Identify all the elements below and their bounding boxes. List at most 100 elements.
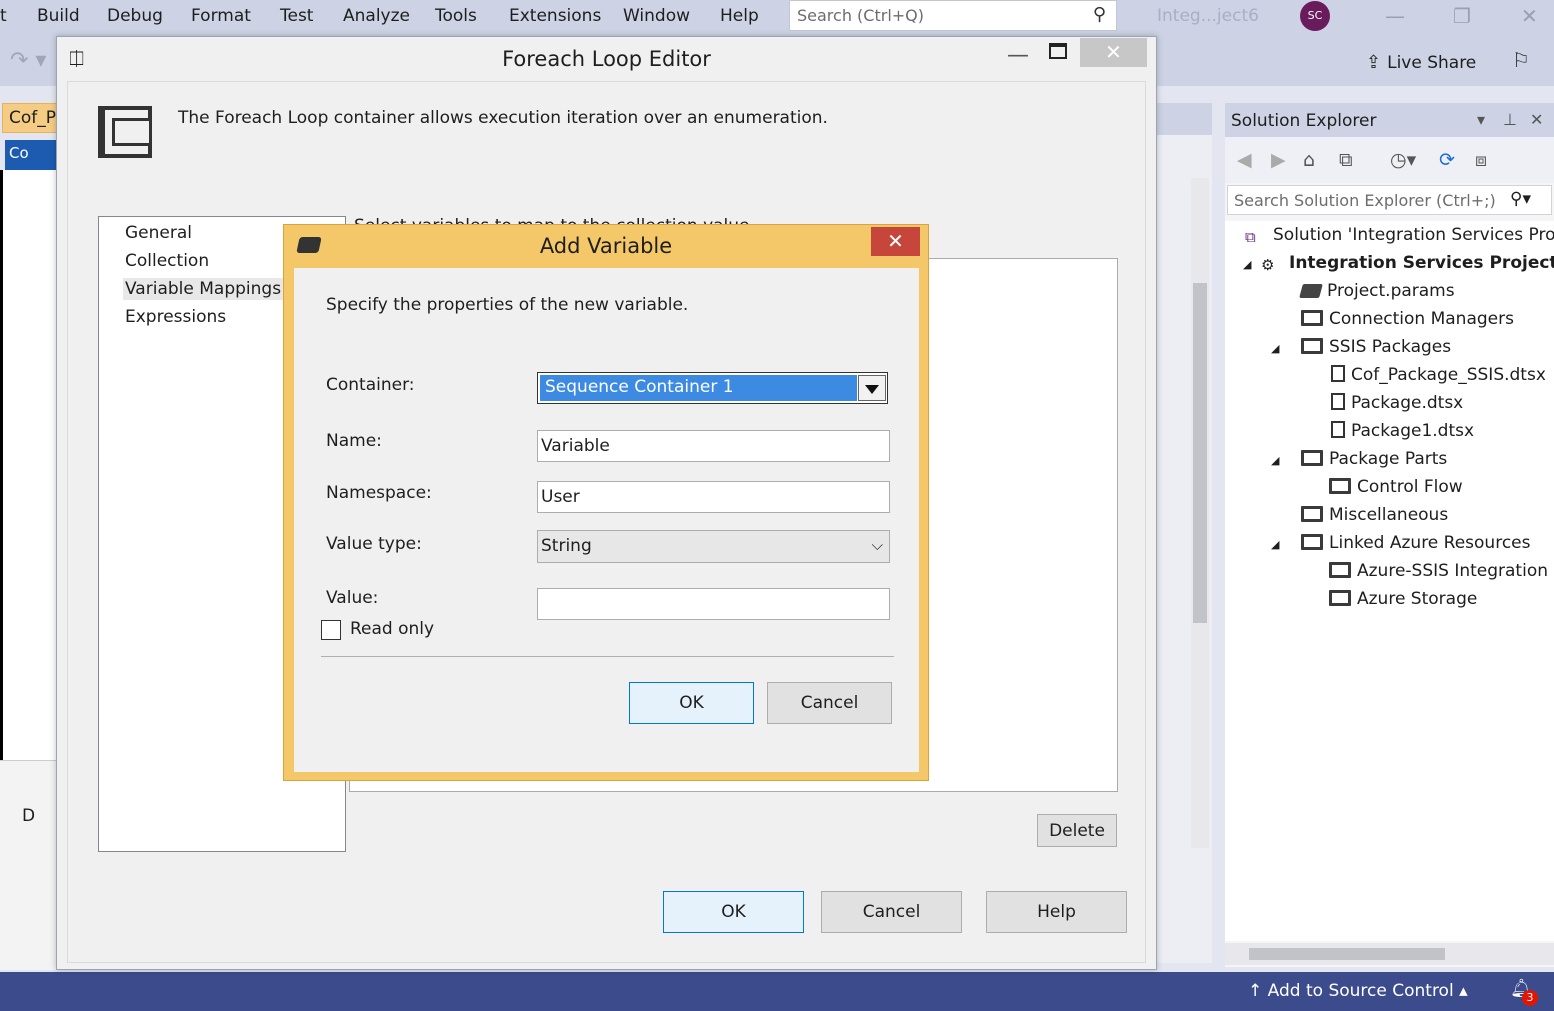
document-tab[interactable]: Cof_Pa <box>2 103 62 133</box>
tree-item-solution[interactable]: ⧉ Solution 'Integration Services Proje <box>1245 221 1554 249</box>
horizontal-scrollbar[interactable] <box>1225 943 1554 965</box>
folder-icon <box>1301 534 1323 550</box>
name-input[interactable]: Variable <box>537 430 890 462</box>
cancel-button[interactable]: Cancel <box>767 682 892 724</box>
menu-item-test[interactable]: Test <box>280 6 313 26</box>
cancel-button[interactable]: Cancel <box>821 891 962 933</box>
solution-explorer-toolbar: ◀ ▶ ⌂ ⧉ ◷▾ ⟳ ⧈ <box>1225 137 1554 183</box>
menu-item-debug[interactable]: Debug <box>107 6 163 26</box>
close-button[interactable]: ✕ <box>871 227 920 256</box>
tree-item-miscellaneous[interactable]: Miscellaneous <box>1301 501 1448 529</box>
collapse-icon[interactable]: ◢ <box>1271 531 1289 559</box>
nav-item-expressions[interactable]: Expressions <box>123 306 228 328</box>
pane-label: D <box>22 806 36 826</box>
tree-item-label: SSIS Packages <box>1329 337 1452 357</box>
package-file-icon <box>1331 365 1345 382</box>
tree-item-label: Miscellaneous <box>1329 505 1449 525</box>
designer-tab-strip[interactable]: Co <box>5 140 60 170</box>
menu-item-format[interactable]: Format <box>191 6 251 26</box>
menu-item-analyze[interactable]: Analyze <box>343 6 410 26</box>
avatar[interactable]: SC <box>1300 1 1330 31</box>
tree-item-package-parts[interactable]: ◢ Package Parts <box>1271 445 1447 473</box>
tree-item-package-file[interactable]: Package.dtsx <box>1331 389 1463 417</box>
folder-icon <box>1301 506 1323 522</box>
namespace-input[interactable]: User <box>537 481 890 513</box>
pin-icon[interactable]: ⊥ <box>1503 110 1517 129</box>
menu-item-edit[interactable]: t <box>0 6 7 26</box>
menubar: t Build Debug Format Test Analyze Tools … <box>0 0 1554 36</box>
dialog-titlebar: ⎅ Foreach Loop Editor — ✕ <box>57 37 1156 81</box>
foreach-loop-icon <box>98 106 152 158</box>
forward-icon[interactable]: ▶ <box>1271 149 1286 171</box>
tree-item-project[interactable]: ◢ ⚙ Integration Services Project6 <box>1243 249 1554 277</box>
collapse-icon[interactable]: ◢ <box>1271 335 1289 363</box>
tree-item-connection-managers[interactable]: Connection Managers <box>1301 305 1514 333</box>
redo-icon[interactable]: ↷ ▾ <box>10 48 46 73</box>
home-icon[interactable]: ⌂ <box>1303 149 1315 171</box>
scrollbar-thumb[interactable] <box>1249 948 1445 960</box>
back-icon[interactable]: ◀ <box>1237 149 1252 171</box>
source-control-label: Add to Source Control <box>1267 981 1454 1001</box>
history-icon[interactable]: ◷▾ <box>1390 149 1416 171</box>
close-icon[interactable]: ✕ <box>1521 4 1538 28</box>
solution-tree: ⧉ Solution 'Integration Services Proje ◢ ⚙… <box>1225 221 1554 941</box>
params-icon <box>1299 284 1323 298</box>
collapse-icon[interactable]: ◢ <box>1271 447 1289 475</box>
switch-views-icon[interactable]: ⧉ <box>1339 149 1353 171</box>
tree-item-label: Project.params <box>1327 281 1455 301</box>
read-only-checkbox[interactable] <box>321 620 341 640</box>
tree-item-azure-storage[interactable]: Azure Storage <box>1329 585 1477 613</box>
dropdown-icon[interactable]: ▾ <box>1477 110 1485 129</box>
minimize-icon[interactable]: — <box>1385 4 1405 28</box>
menu-item-build[interactable]: Build <box>37 6 80 26</box>
ok-button[interactable]: OK <box>663 891 804 933</box>
tree-item-project-params[interactable]: Project.params <box>1299 277 1455 305</box>
refresh-icon[interactable]: ⟳ <box>1439 149 1455 171</box>
value-type-selected: String <box>541 536 592 556</box>
tree-item-label: Integration Services Project6 <box>1289 253 1554 273</box>
nav-item-general[interactable]: General <box>123 222 194 244</box>
collapse-all-icon[interactable]: ⧈ <box>1475 149 1487 171</box>
vs-search-box[interactable]: Search (Ctrl+Q) ⚲ <box>789 0 1117 31</box>
solution-search-placeholder: Search Solution Explorer (Ctrl+;) <box>1234 191 1496 210</box>
minimize-icon[interactable]: — <box>1007 43 1029 68</box>
nav-item-collection[interactable]: Collection <box>123 250 211 272</box>
menu-item-window[interactable]: Window <box>623 6 690 26</box>
nav-item-variable-mappings[interactable]: Variable Mappings <box>123 278 284 300</box>
menu-item-tools[interactable]: Tools <box>435 6 477 26</box>
tree-item-ssis-packages[interactable]: ◢ SSIS Packages <box>1271 333 1451 361</box>
tree-item-label: Package.dtsx <box>1351 393 1464 413</box>
solution-explorer-search[interactable]: Search Solution Explorer (Ctrl+;) ⚲▾ <box>1227 185 1552 215</box>
scrollbar-thumb[interactable] <box>1193 283 1207 623</box>
value-input[interactable] <box>537 588 890 620</box>
strip-header <box>1157 103 1212 135</box>
tree-item-package-file[interactable]: Cof_Package_SSIS.dtsx <box>1331 361 1546 389</box>
restore-icon[interactable]: ❐ <box>1453 4 1471 28</box>
menu-item-extensions[interactable]: Extensions <box>509 6 601 26</box>
folder-icon <box>1301 310 1323 326</box>
chevron-down-icon[interactable] <box>858 375 886 401</box>
tree-item-linked-azure-resources[interactable]: ◢ Linked Azure Resources <box>1271 529 1531 557</box>
tree-item-azure-ssis-ir[interactable]: Azure-SSIS Integration R <box>1329 557 1554 585</box>
add-to-source-control-button[interactable]: ↑ Add to Source Control ▴ <box>1248 981 1468 1001</box>
ok-button[interactable]: OK <box>629 682 754 724</box>
tree-item-control-flow[interactable]: Control Flow <box>1329 473 1463 501</box>
close-button[interactable]: ✕ <box>1080 38 1147 67</box>
container-selected-value: Sequence Container 1 <box>540 375 857 401</box>
container-dropdown[interactable]: Sequence Container 1 <box>537 372 888 404</box>
maximize-icon[interactable] <box>1049 43 1067 59</box>
add-variable-titlebar: Add Variable ✕ <box>284 225 928 267</box>
help-button[interactable]: Help <box>986 891 1127 933</box>
live-share-button[interactable]: ⇪ Live Share <box>1366 52 1476 73</box>
delete-button[interactable]: Delete <box>1037 814 1117 847</box>
search-icon: ⚲ <box>1092 4 1106 25</box>
tree-item-package-file[interactable]: Package1.dtsx <box>1331 417 1474 445</box>
close-icon[interactable]: ✕ <box>1530 110 1543 129</box>
collapse-icon[interactable]: ◢ <box>1243 251 1261 279</box>
value-label: Value: <box>326 588 379 608</box>
container-label: Container: <box>326 375 415 395</box>
value-type-select[interactable]: String ⌵ <box>537 530 890 563</box>
menu-item-help[interactable]: Help <box>720 6 759 26</box>
feedback-icon[interactable]: ⚐ <box>1512 48 1530 72</box>
dialog-description: The Foreach Loop container allows execut… <box>178 108 828 128</box>
